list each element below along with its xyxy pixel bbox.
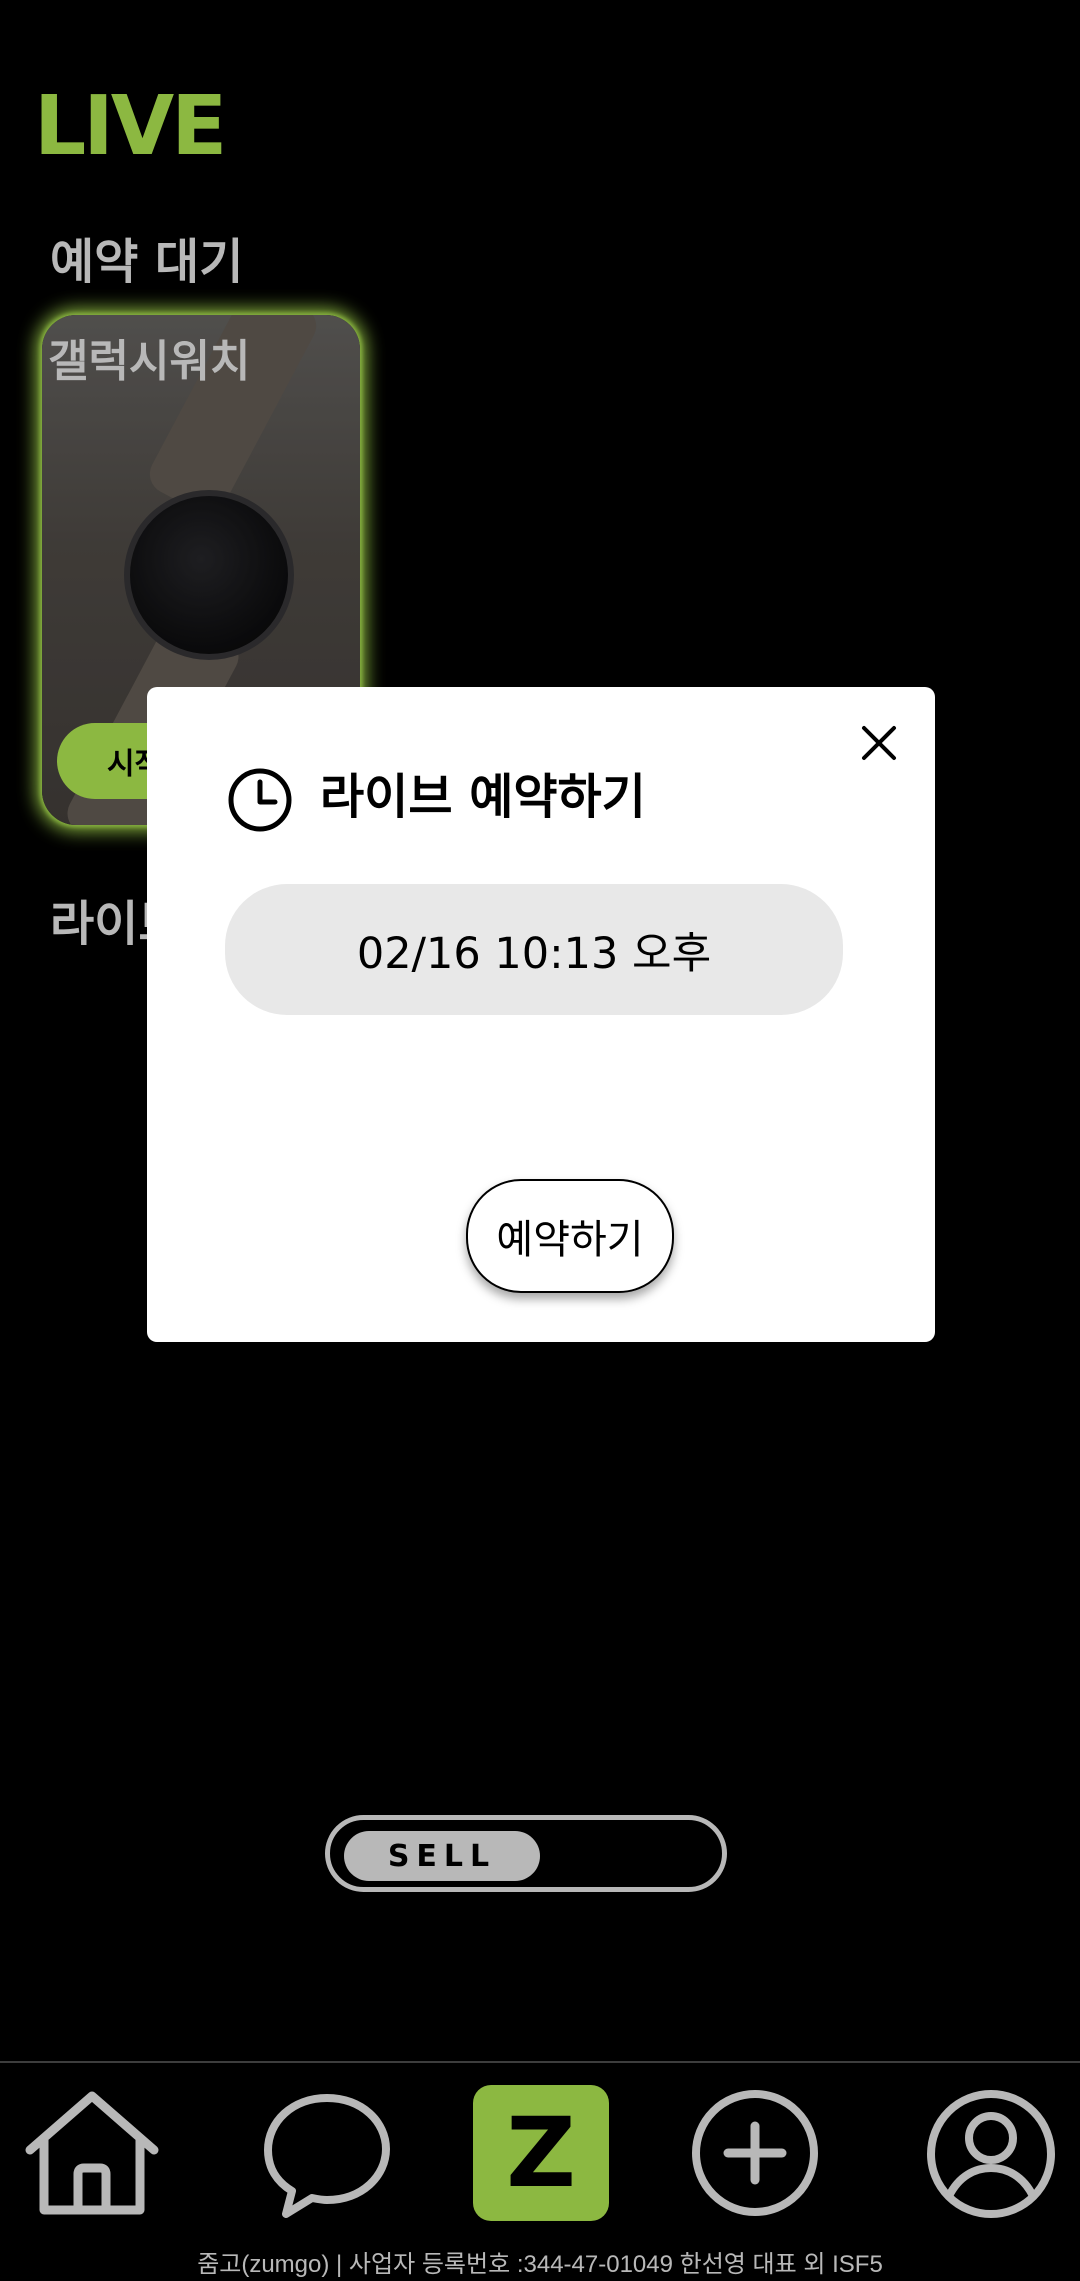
reserve-button[interactable]: 예약하기 [466, 1179, 674, 1293]
clock-icon [228, 768, 292, 832]
datetime-field[interactable]: 02/16 10:13 오후 [225, 884, 843, 1015]
modal-title: 라이브 예약하기 [320, 769, 646, 825]
close-button[interactable] [861, 725, 897, 761]
close-icon [862, 726, 896, 760]
reservation-modal: 라이브 예약하기 02/16 10:13 오후 예약하기 [147, 687, 935, 1342]
